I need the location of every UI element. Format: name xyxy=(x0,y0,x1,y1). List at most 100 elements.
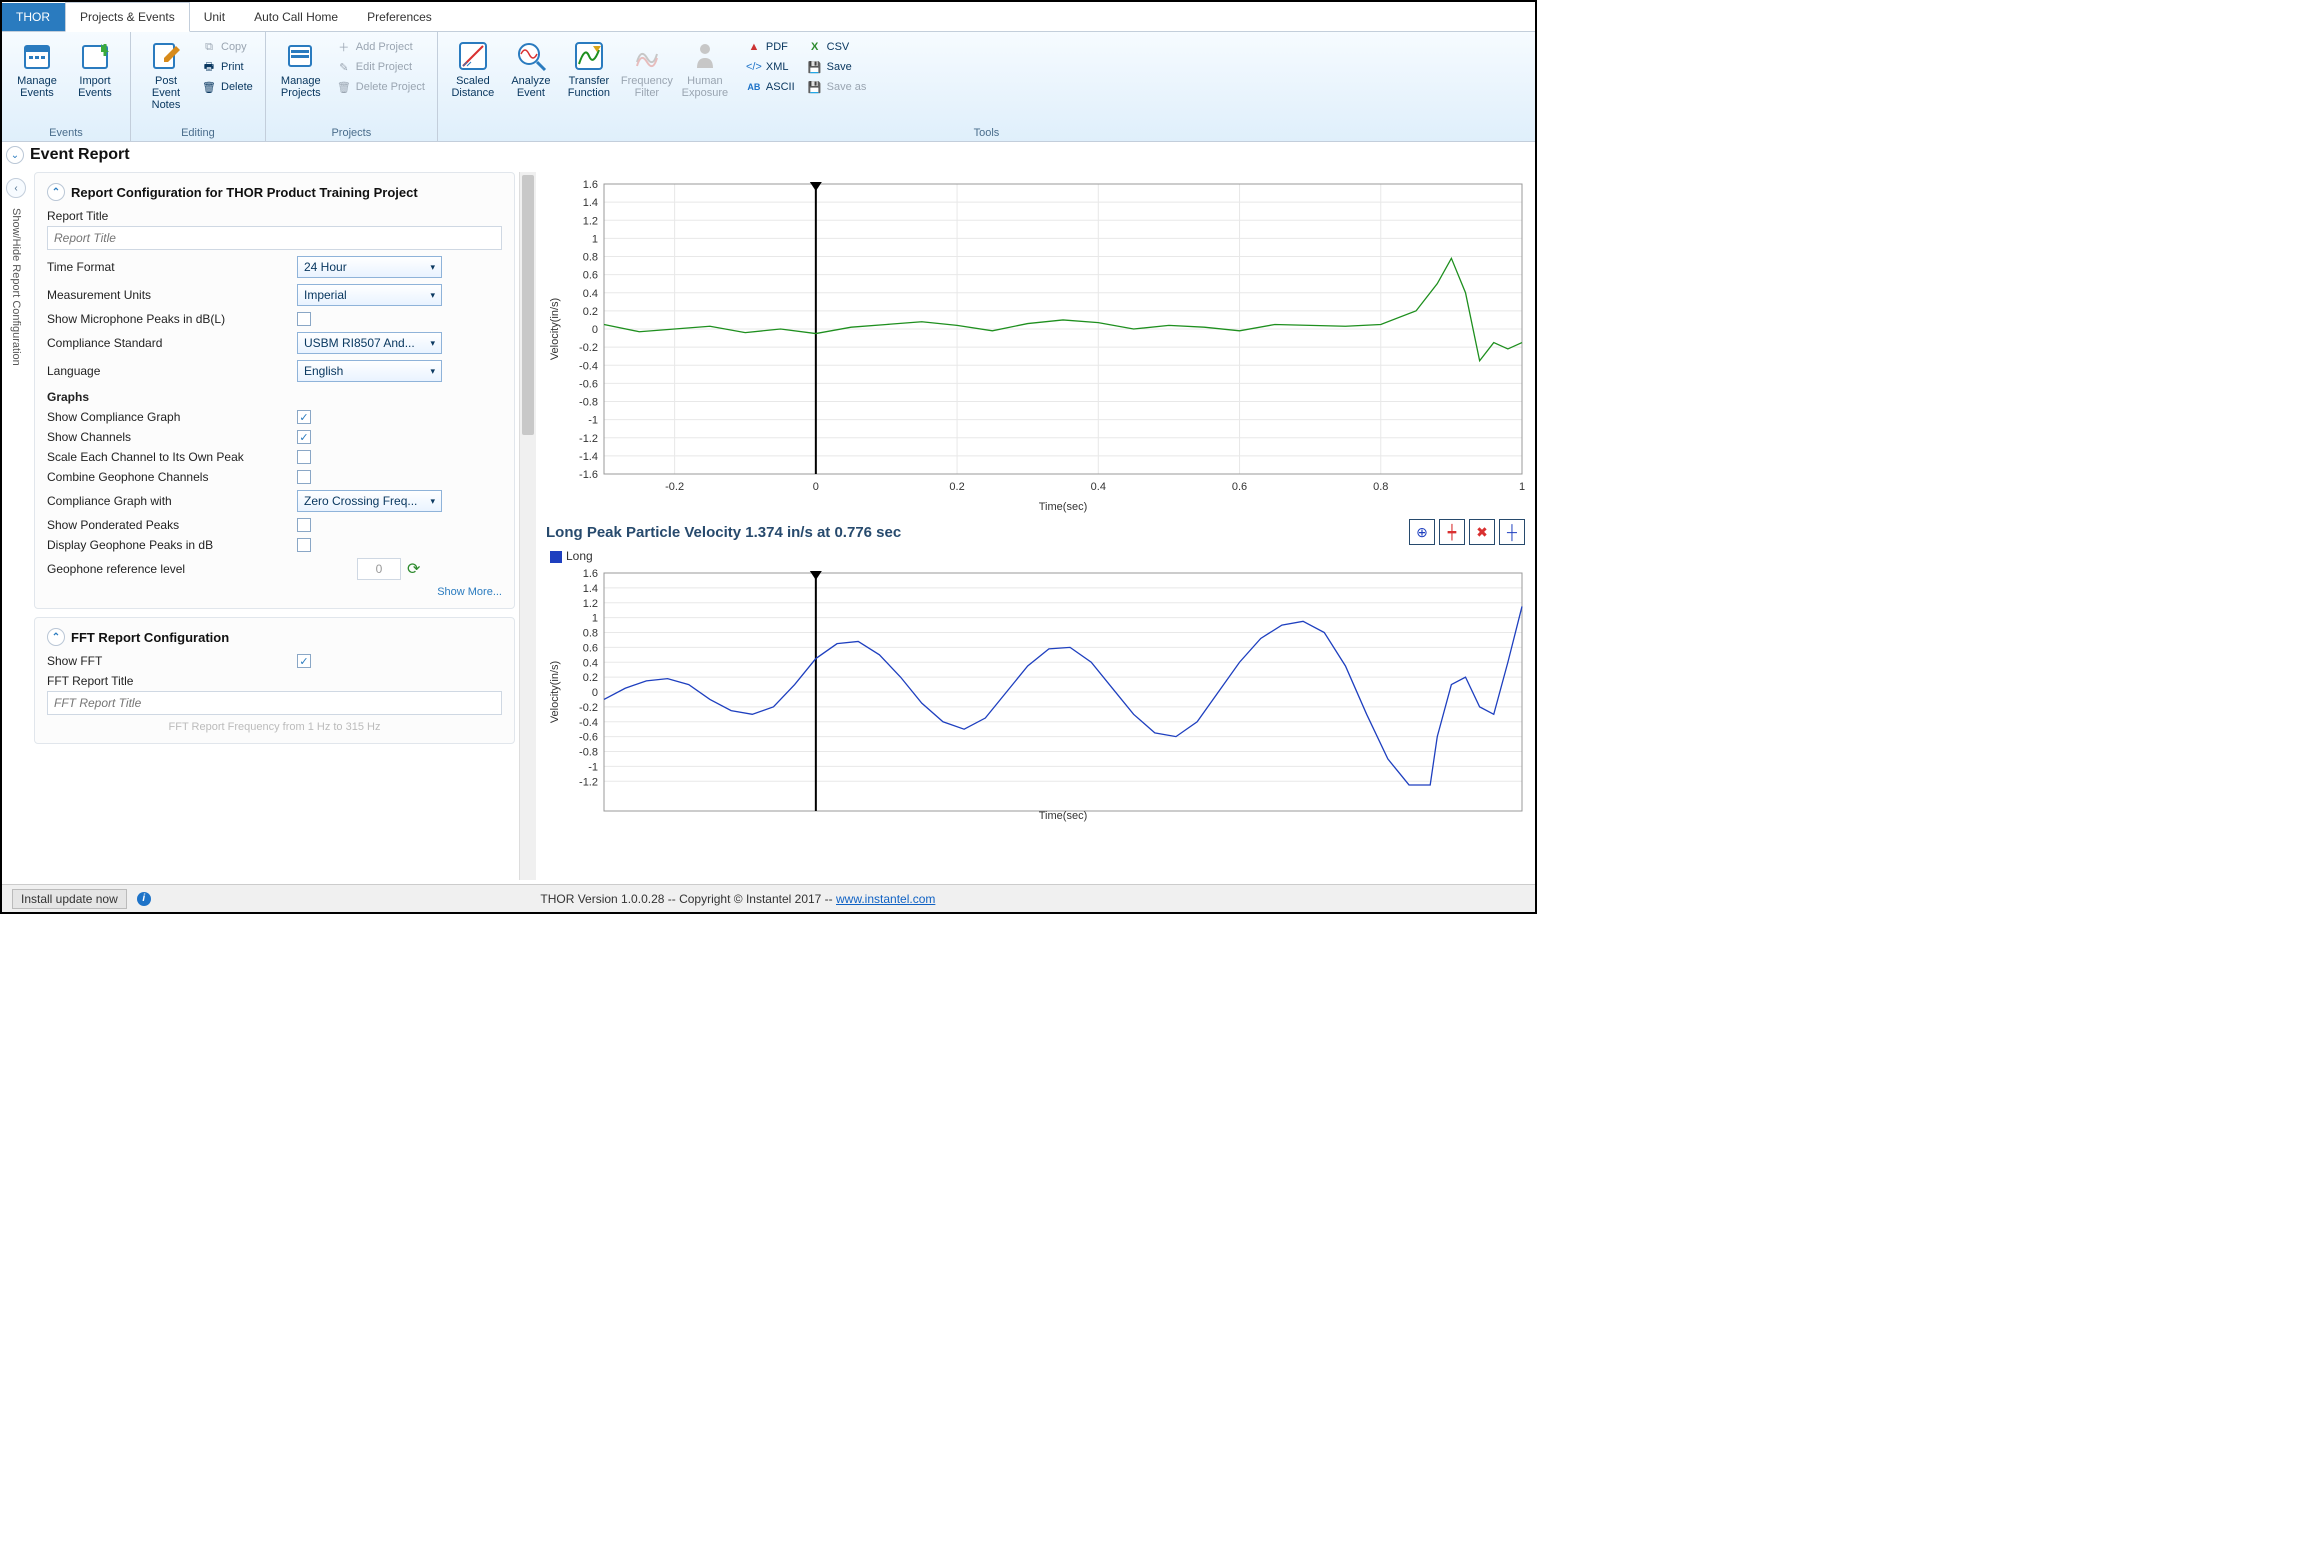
center-cursor-tool[interactable]: ┿ xyxy=(1439,519,1465,545)
save-as-button[interactable]: 💾Save as xyxy=(807,79,867,95)
show-fft-checkbox[interactable] xyxy=(297,654,311,668)
show-compliance-checkbox[interactable] xyxy=(297,410,311,424)
manage-events-button[interactable]: Manage Events xyxy=(8,36,66,103)
top-chart[interactable]: -1.6-1.4-1.2-1-0.8-0.6-0.4-0.200.20.40.6… xyxy=(542,174,1529,517)
tab-projects-events[interactable]: Projects & Events xyxy=(65,2,190,32)
geo-ref-input[interactable] xyxy=(357,558,401,580)
show-more-link[interactable]: Show More... xyxy=(47,586,502,598)
label: Post Event Notes xyxy=(139,75,193,111)
scaled-distance-button[interactable]: Scaled Distance xyxy=(444,36,502,103)
copy-button[interactable]: ⧉Copy xyxy=(201,39,253,55)
delete-project-button[interactable]: 🗑Delete Project xyxy=(336,79,425,95)
human-exposure-button[interactable]: Human Exposure xyxy=(676,36,734,103)
config-column: ⌃ Report Configuration for THOR Product T… xyxy=(30,172,540,884)
chevron-down-icon: ▾ xyxy=(430,290,435,301)
label: Human Exposure xyxy=(682,75,728,99)
calendar-icon xyxy=(21,40,53,72)
group-label: Editing xyxy=(137,125,259,140)
svg-text:0: 0 xyxy=(592,687,598,699)
svg-text:-0.2: -0.2 xyxy=(665,481,684,493)
geo-db-checkbox[interactable] xyxy=(297,538,311,552)
svg-text:-1.4: -1.4 xyxy=(579,451,598,463)
collapse-icon[interactable]: ⌃ xyxy=(47,628,65,646)
show-compliance-label: Show Compliance Graph xyxy=(47,410,297,424)
measurement-units-label: Measurement Units xyxy=(47,288,297,302)
ascii-button[interactable]: ABASCII xyxy=(746,79,795,95)
fft-title-input[interactable] xyxy=(47,691,502,715)
chart-title: Long Peak Particle Velocity 1.374 in/s a… xyxy=(546,524,901,541)
side-rail: ‹ Show/Hide Report Configuration xyxy=(2,172,30,884)
show-channels-checkbox[interactable] xyxy=(297,430,311,444)
svg-text:-0.2: -0.2 xyxy=(579,342,598,354)
app-menu[interactable]: THOR xyxy=(2,3,65,31)
label: Manage Events xyxy=(17,75,57,99)
ponderated-checkbox[interactable] xyxy=(297,518,311,532)
copy-icon: ⧉ xyxy=(201,39,217,55)
fft-config-panel: ⌃FFT Report Configuration Show FFT FFT R… xyxy=(34,617,515,744)
info-icon[interactable]: i xyxy=(137,892,151,906)
report-title-input[interactable] xyxy=(47,226,502,250)
post-event-notes-button[interactable]: Post Event Notes xyxy=(137,36,195,115)
language-select[interactable]: English▾ xyxy=(297,360,442,382)
analyze-event-button[interactable]: Analyze Event xyxy=(502,36,560,103)
clear-tool[interactable]: ✖ xyxy=(1469,519,1495,545)
tab-unit[interactable]: Unit xyxy=(190,3,240,31)
svg-text:-0.4: -0.4 xyxy=(579,360,598,372)
pulse-icon: ┿ xyxy=(1448,524,1456,541)
import-events-button[interactable]: Import Events xyxy=(66,36,124,103)
svg-text:0.8: 0.8 xyxy=(583,252,598,264)
side-rail-label: Show/Hide Report Configuration xyxy=(8,204,24,370)
measurement-units-select[interactable]: Imperial▾ xyxy=(297,284,442,306)
reset-cursor-tool[interactable]: ┼ xyxy=(1499,519,1525,545)
mic-peaks-checkbox[interactable] xyxy=(297,312,311,326)
tab-auto-call-home[interactable]: Auto Call Home xyxy=(240,3,353,31)
import-icon xyxy=(79,40,111,72)
svg-text:0.8: 0.8 xyxy=(583,628,598,640)
collapse-icon[interactable]: ⌃ xyxy=(47,183,65,201)
xml-button[interactable]: </>XML xyxy=(746,59,795,75)
time-format-select[interactable]: 24 Hour▾ xyxy=(297,256,442,278)
transfer-function-button[interactable]: Transfer Function xyxy=(560,36,618,103)
manage-projects-button[interactable]: Manage Projects xyxy=(272,36,330,103)
menu-bar: THOR Projects & Events Unit Auto Call Ho… xyxy=(2,2,1535,32)
delete-button[interactable]: 🗑Delete xyxy=(201,79,253,95)
scale-each-checkbox[interactable] xyxy=(297,450,311,464)
csv-button[interactable]: XCSV xyxy=(807,39,867,55)
refresh-icon[interactable]: ⟳ xyxy=(407,559,420,579)
install-update-button[interactable]: Install update now xyxy=(12,889,127,909)
config-scrollbar[interactable] xyxy=(519,172,536,880)
pdf-button[interactable]: ▲PDF xyxy=(746,39,795,55)
label: Scaled Distance xyxy=(451,75,494,99)
footer-link[interactable]: www.instantel.com xyxy=(836,892,935,906)
chevron-down-icon: ▾ xyxy=(430,496,435,507)
svg-text:1.4: 1.4 xyxy=(583,197,598,209)
bottom-chart[interactable]: -1.2-1-0.8-0.6-0.4-0.200.20.40.60.811.21… xyxy=(542,563,1529,826)
compliance-std-select[interactable]: USBM RI8507 And...▾ xyxy=(297,332,442,354)
trash-icon: 🗑 xyxy=(201,79,217,95)
clear-icon: ✖ xyxy=(1476,524,1488,541)
chevron-down-icon: ▾ xyxy=(430,366,435,377)
add-project-button[interactable]: ＋Add Project xyxy=(336,39,425,55)
panel-title: FFT Report Configuration xyxy=(71,630,229,645)
collapse-panel-button[interactable]: ‹ xyxy=(6,178,26,198)
combine-geo-checkbox[interactable] xyxy=(297,470,311,484)
tab-preferences[interactable]: Preferences xyxy=(353,3,447,31)
zoom-tool[interactable]: ⊕ xyxy=(1409,519,1435,545)
panel-title: Report Configuration for THOR Product Tr… xyxy=(71,185,418,200)
collapse-heading-icon[interactable]: ⌄ xyxy=(6,146,24,164)
svg-text:Velocity(in/s): Velocity(in/s) xyxy=(549,298,561,360)
ribbon-group-editing: Post Event Notes ⧉Copy 🖶Print 🗑Delete Ed… xyxy=(131,32,266,141)
svg-text:1: 1 xyxy=(592,613,598,625)
group-label: Events xyxy=(8,125,124,140)
csv-icon: X xyxy=(807,39,823,55)
edit-project-button[interactable]: ✎Edit Project xyxy=(336,59,425,75)
compliance-with-select[interactable]: Zero Crossing Freq...▾ xyxy=(297,490,442,512)
trash-icon: 🗑 xyxy=(336,79,352,95)
geo-db-label: Display Geophone Peaks in dB xyxy=(47,538,297,552)
print-button[interactable]: 🖶Print xyxy=(201,59,253,75)
page-title: Event Report xyxy=(30,146,130,164)
frequency-filter-button[interactable]: Frequency Filter xyxy=(618,36,676,103)
svg-text:-1.6: -1.6 xyxy=(579,469,598,481)
save-button[interactable]: 💾Save xyxy=(807,59,867,75)
status-bar: Install update now i THOR Version 1.0.0.… xyxy=(2,884,1535,912)
